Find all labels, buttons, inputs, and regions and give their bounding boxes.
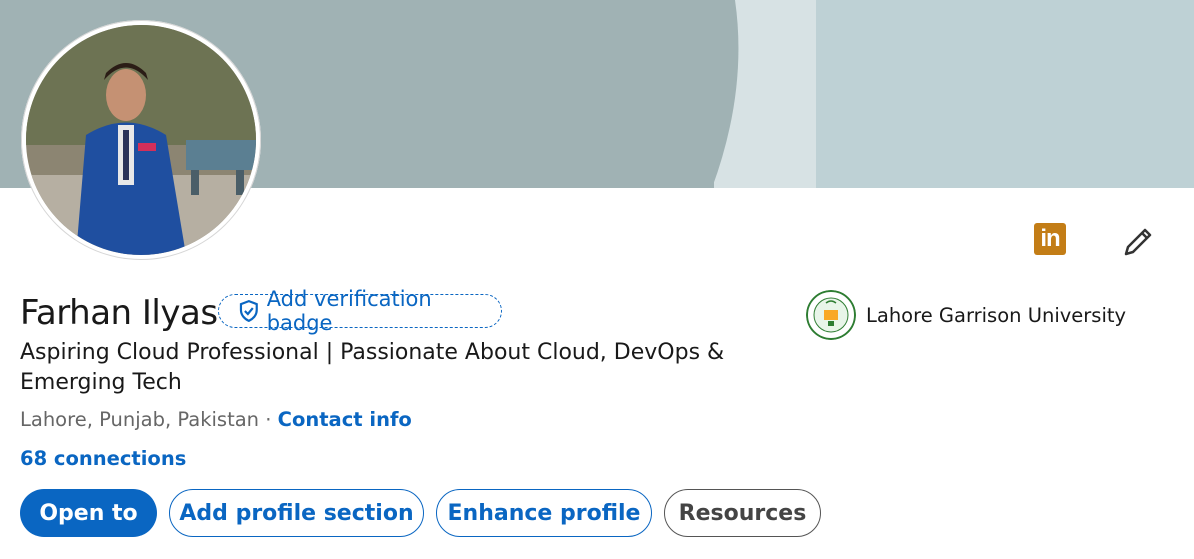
education-link[interactable]: Lahore Garrison University — [806, 290, 1126, 340]
profile-name: Farhan Ilyas — [20, 293, 218, 333]
profile-headline: Aspiring Cloud Professional | Passionate… — [20, 340, 725, 395]
location-line: Lahore, Punjab, Pakistan · Contact info — [20, 408, 412, 431]
open-to-button[interactable]: Open to — [20, 489, 157, 537]
contact-info-link[interactable]: Contact info — [278, 408, 412, 431]
shield-check-icon — [239, 299, 258, 323]
connections-link[interactable]: 68 connections — [20, 447, 186, 470]
add-profile-section-button[interactable]: Add profile section — [169, 489, 424, 537]
university-seal-icon — [806, 290, 856, 340]
verification-label: Add verification badge — [266, 287, 432, 335]
location-text: Lahore, Punjab, Pakistan — [20, 408, 260, 431]
profile-card: in Farhan Ilyas Add verification badge A… — [0, 0, 1194, 559]
enhance-profile-button[interactable]: Enhance profile — [436, 489, 652, 537]
linkedin-logo-icon[interactable]: in — [1034, 223, 1066, 255]
profile-photo[interactable] — [21, 20, 261, 260]
add-verification-badge-button[interactable]: Add verification badge — [218, 287, 502, 335]
education-name: Lahore Garrison University — [866, 303, 1127, 327]
pencil-icon[interactable] — [1120, 224, 1156, 260]
resources-button[interactable]: Resources — [664, 489, 821, 537]
profile-photo-image — [26, 25, 256, 255]
separator: · — [259, 408, 278, 431]
